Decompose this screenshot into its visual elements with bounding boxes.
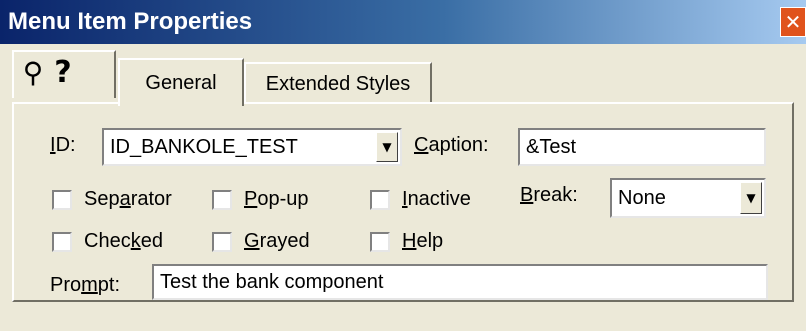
checked-label: Checked <box>84 230 163 252</box>
grayed-label: Grayed <box>244 230 310 252</box>
question-mark-icon[interactable]: ? <box>48 54 78 90</box>
grayed-checkbox[interactable] <box>212 232 232 252</box>
pushpin-icon[interactable]: ⚲ <box>18 54 48 90</box>
checked-checkbox[interactable] <box>52 232 72 252</box>
general-panel: ID: ID_BANKOLE_TEST ▼ Caption: &Test Sep… <box>12 102 794 302</box>
tab-general[interactable]: General <box>118 58 244 106</box>
chevron-down-icon[interactable]: ▼ <box>376 132 398 162</box>
caption-label: Caption: <box>414 134 489 156</box>
tab-extended-styles-label: Extended Styles <box>265 72 411 95</box>
close-icon: ✕ <box>784 10 802 34</box>
menu-item-properties-window: Menu Item Properties ✕ ⚲ ? General Exten… <box>0 0 806 331</box>
close-button[interactable]: ✕ <box>780 7 806 37</box>
break-select[interactable]: None ▼ <box>610 178 766 218</box>
title-bar[interactable]: Menu Item Properties ✕ <box>0 0 806 44</box>
tab-general-label: General <box>145 71 217 94</box>
caption-input[interactable]: &Test <box>518 128 766 166</box>
popup-label: Pop-up <box>244 188 309 210</box>
prompt-value: Test the bank component <box>160 270 384 293</box>
break-label: Break: <box>520 184 578 206</box>
help-label: Help <box>402 230 444 252</box>
id-value: ID_BANKOLE_TEST <box>110 135 298 158</box>
separator-checkbox[interactable] <box>52 190 72 210</box>
id-combobox[interactable]: ID_BANKOLE_TEST ▼ <box>102 128 402 166</box>
break-value: None <box>618 186 666 209</box>
pushpin-glyph: ⚲ <box>22 55 44 89</box>
window-title: Menu Item Properties <box>8 8 253 35</box>
popup-checkbox[interactable] <box>212 190 232 210</box>
caption-value: &Test <box>526 135 577 158</box>
id-label: ID: <box>50 134 76 156</box>
prompt-label: Prompt: <box>50 274 121 296</box>
inactive-checkbox[interactable] <box>370 190 390 210</box>
chevron-down-icon[interactable]: ▼ <box>740 182 762 214</box>
prompt-input[interactable]: Test the bank component <box>152 264 768 300</box>
question-mark-glyph: ? <box>54 54 72 90</box>
help-checkbox[interactable] <box>370 232 390 252</box>
separator-label: Separator <box>84 188 172 210</box>
window-bottom-edge <box>0 320 806 331</box>
tab-extended-styles[interactable]: Extended Styles <box>244 62 432 104</box>
inactive-label: Inactive <box>402 188 471 210</box>
